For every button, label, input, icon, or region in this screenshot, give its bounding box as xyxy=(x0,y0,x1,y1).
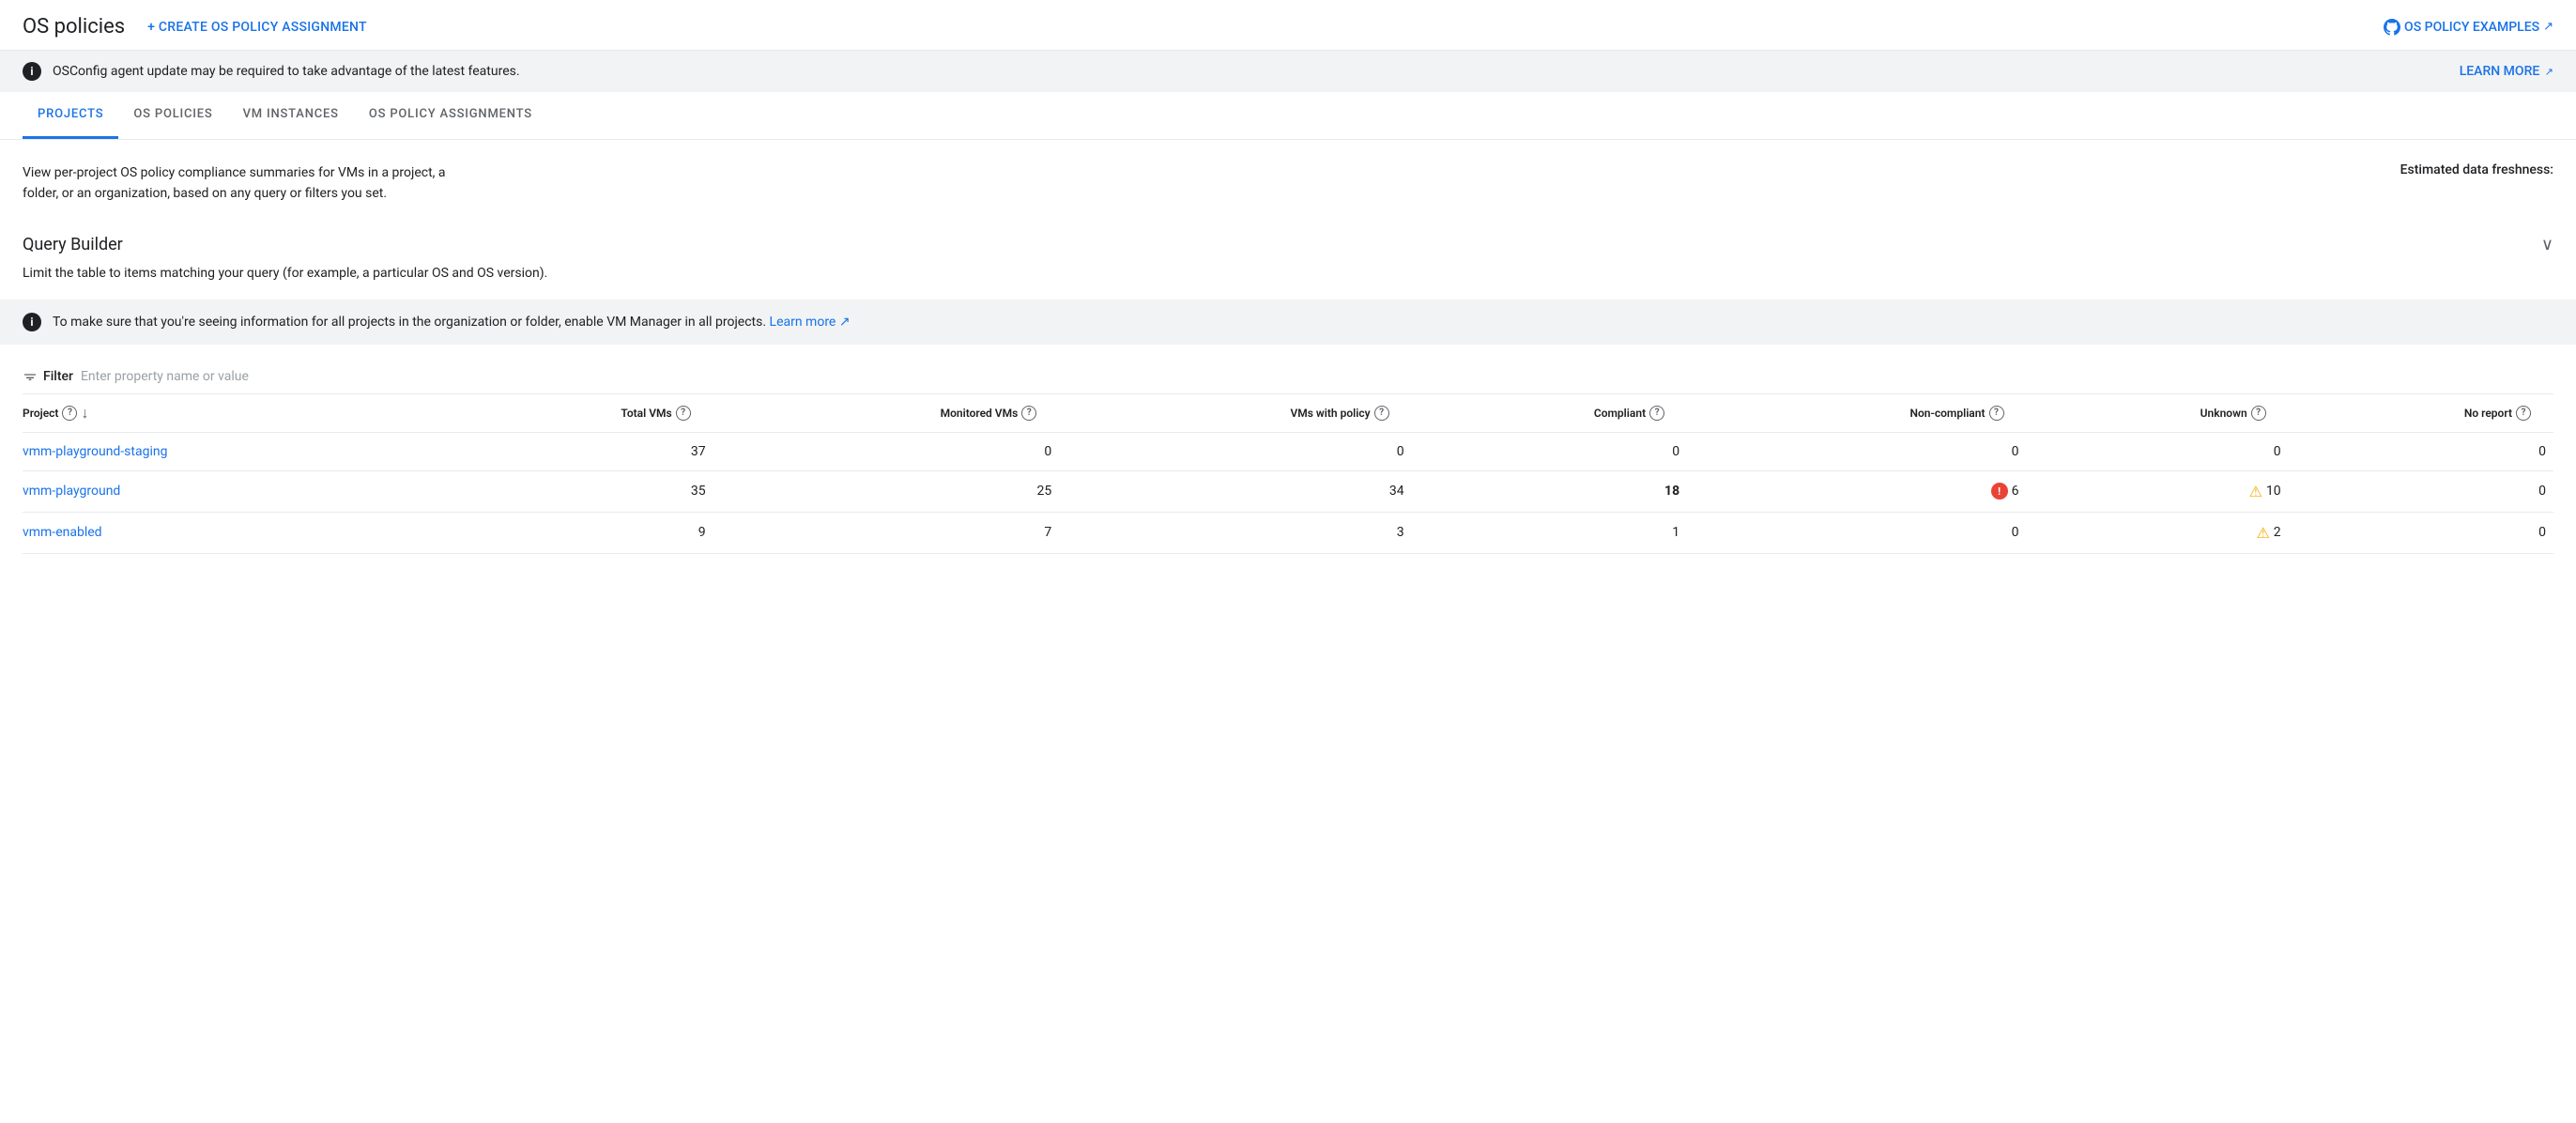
th-compliant: Compliant ? xyxy=(1412,394,1688,433)
help-icon-non-compliant[interactable]: ? xyxy=(1989,406,2004,421)
sort-icon-project[interactable]: ↓ xyxy=(81,404,88,423)
external-icon-small: ↗ xyxy=(2545,66,2553,78)
query-builder-title: Query Builder xyxy=(23,235,123,254)
help-icon-compliant[interactable]: ? xyxy=(1649,406,1664,421)
table-body: vmm-playground-staging37000000vmm-playgr… xyxy=(23,432,2553,553)
table-row: vmm-playground-staging37000000 xyxy=(23,432,2553,470)
warn-badge: ⚠ 2 xyxy=(2256,524,2280,542)
th-vms-with-policy: VMs with policy ? xyxy=(1059,394,1411,433)
project-link[interactable]: vmm-enabled xyxy=(23,525,102,540)
th-total-vms: Total VMs ? xyxy=(440,394,713,433)
td-monitored-vms: 25 xyxy=(713,470,1060,512)
td-vms-with-policy: 3 xyxy=(1059,512,1411,553)
td-compliant: 18 xyxy=(1412,470,1688,512)
create-os-policy-link[interactable]: + CREATE OS POLICY ASSIGNMENT xyxy=(147,20,367,35)
th-unknown: Unknown ? xyxy=(2027,394,2289,433)
filter-icon xyxy=(23,369,38,384)
th-project: Project ? ↓ xyxy=(23,394,440,433)
page-header: OS policies + CREATE OS POLICY ASSIGNMEN… xyxy=(0,0,2576,51)
help-icon-total-vms[interactable]: ? xyxy=(676,406,691,421)
help-icon-project[interactable]: ? xyxy=(62,406,77,421)
td-total-vms: 35 xyxy=(440,470,713,512)
query-builder-desc: Limit the table to items matching your q… xyxy=(23,266,2553,281)
query-builder-header[interactable]: Query Builder ∨ xyxy=(23,227,2553,262)
info-banner-text: OSConfig agent update may be required to… xyxy=(53,64,520,79)
td-project: vmm-playground xyxy=(23,470,440,512)
project-link[interactable]: vmm-playground-staging xyxy=(23,444,167,459)
description-row: View per-project OS policy compliance su… xyxy=(23,162,2553,205)
learn-more-link-2[interactable]: Learn more ↗ xyxy=(770,315,851,330)
info-icon-1: i xyxy=(23,62,41,81)
page-title: OS policies xyxy=(23,15,125,38)
learn-more-link-1[interactable]: LEARN MORE ↗ xyxy=(2460,64,2553,79)
filter-label: Filter xyxy=(43,369,73,384)
tabs: PROJECTS OS POLICIES VM INSTANCES OS POL… xyxy=(23,92,2553,139)
error-badge: ! 6 xyxy=(1991,483,2019,500)
github-icon xyxy=(2384,19,2400,36)
warn-badge: ⚠ 10 xyxy=(2249,483,2281,500)
td-project: vmm-enabled xyxy=(23,512,440,553)
info-banner-left: i OSConfig agent update may be required … xyxy=(23,62,520,81)
projects-table: Project ? ↓ Total VMs ? Monitored VMs ? xyxy=(23,394,2553,554)
th-monitored-vms: Monitored VMs ? xyxy=(713,394,1060,433)
filter-icon-label: Filter xyxy=(23,369,73,384)
filter-input[interactable]: Enter property name or value xyxy=(81,369,249,384)
td-no-report: 0 xyxy=(2289,470,2553,512)
td-no-report: 0 xyxy=(2289,512,2553,553)
td-unknown: ⚠ 10 xyxy=(2027,470,2289,512)
td-unknown: 0 xyxy=(2027,432,2289,470)
td-monitored-vms: 0 xyxy=(713,432,1060,470)
td-non-compliant: 0 xyxy=(1687,432,2026,470)
help-icon-monitored-vms[interactable]: ? xyxy=(1021,406,1036,421)
filter-bar: Filter Enter property name or value xyxy=(23,360,2553,394)
help-icon-no-report[interactable]: ? xyxy=(2516,406,2531,421)
error-dot-icon: ! xyxy=(1991,483,2008,500)
th-no-report: No report ? xyxy=(2289,394,2553,433)
os-policy-examples-link[interactable]: OS POLICY EXAMPLES ↗ xyxy=(2384,19,2553,36)
table-row: vmm-enabled97310⚠ 20 xyxy=(23,512,2553,553)
chevron-down-icon: ∨ xyxy=(2541,235,2553,254)
td-compliant: 1 xyxy=(1412,512,1688,553)
td-non-compliant: 0 xyxy=(1687,512,2026,553)
help-icon-unknown[interactable]: ? xyxy=(2251,406,2266,421)
td-non-compliant: ! 6 xyxy=(1687,470,2026,512)
query-builder: Query Builder ∨ Limit the table to items… xyxy=(23,227,2553,281)
td-total-vms: 37 xyxy=(440,432,713,470)
tab-os-policies[interactable]: OS POLICIES xyxy=(118,92,227,139)
description-text: View per-project OS policy compliance su… xyxy=(23,162,473,205)
info-icon-2: i xyxy=(23,313,41,331)
info-banner-2-text: To make sure that you're seeing informat… xyxy=(53,315,851,330)
td-unknown: ⚠ 2 xyxy=(2027,512,2289,553)
help-icon-vms-with-policy[interactable]: ? xyxy=(1374,406,1389,421)
table-row: vmm-playground 35253418 ! 6 ⚠ 10 0 xyxy=(23,470,2553,512)
warn-triangle-icon: ⚠ xyxy=(2256,524,2269,542)
project-link[interactable]: vmm-playground xyxy=(23,484,120,499)
external-icon: ↗ xyxy=(2543,20,2553,34)
table-header: Project ? ↓ Total VMs ? Monitored VMs ? xyxy=(23,394,2553,433)
tab-projects[interactable]: PROJECTS xyxy=(23,92,118,139)
th-non-compliant: Non-compliant ? xyxy=(1687,394,2026,433)
td-vms-with-policy: 34 xyxy=(1059,470,1411,512)
td-vms-with-policy: 0 xyxy=(1059,432,1411,470)
td-total-vms: 9 xyxy=(440,512,713,553)
td-project: vmm-playground-staging xyxy=(23,432,440,470)
td-compliant: 0 xyxy=(1412,432,1688,470)
td-no-report: 0 xyxy=(2289,432,2553,470)
data-freshness-label: Estimated data freshness: xyxy=(2400,162,2553,177)
td-monitored-vms: 7 xyxy=(713,512,1060,553)
tab-vm-instances[interactable]: VM INSTANCES xyxy=(228,92,354,139)
info-banner-1: i OSConfig agent update may be required … xyxy=(0,51,2576,92)
header-left: OS policies + CREATE OS POLICY ASSIGNMEN… xyxy=(23,15,367,38)
tab-os-policy-assignments[interactable]: OS POLICY ASSIGNMENTS xyxy=(354,92,547,139)
table-header-row: Project ? ↓ Total VMs ? Monitored VMs ? xyxy=(23,394,2553,433)
info-banner-2: i To make sure that you're seeing inform… xyxy=(0,300,2576,345)
tabs-container: PROJECTS OS POLICIES VM INSTANCES OS POL… xyxy=(0,92,2576,140)
warn-triangle-icon: ⚠ xyxy=(2249,483,2262,500)
main-content: View per-project OS policy compliance su… xyxy=(0,140,2576,554)
